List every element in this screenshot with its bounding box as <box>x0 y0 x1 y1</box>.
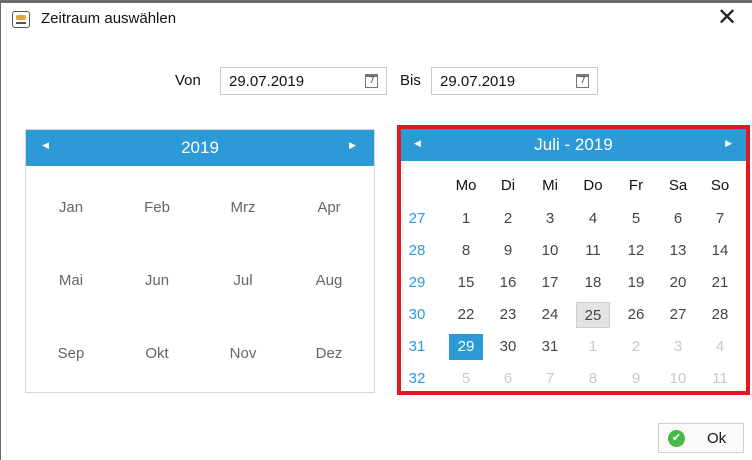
month-title[interactable]: Juli - 2019 <box>401 135 746 155</box>
day-cell[interactable]: 2 <box>619 334 653 360</box>
day-cell[interactable]: 11 <box>703 366 737 392</box>
day-cell[interactable]: 2 <box>491 206 525 232</box>
to-date-field[interactable]: 29.07.2019 <box>431 67 598 95</box>
day-cell[interactable]: 31 <box>533 334 567 360</box>
day-cell[interactable]: 13 <box>661 238 695 264</box>
day-cell[interactable]: 3 <box>533 206 567 232</box>
check-icon: ✔ <box>668 430 685 447</box>
close-icon[interactable]: ✕ <box>714 5 740 31</box>
day-cell[interactable]: 10 <box>533 238 567 264</box>
day-cell[interactable]: 5 <box>449 366 483 392</box>
day-cell[interactable]: 6 <box>661 206 695 232</box>
month-cell[interactable]: Jul <box>200 272 286 289</box>
day-cell[interactable]: 28 <box>703 302 737 328</box>
to-date-value[interactable]: 29.07.2019 <box>440 73 515 90</box>
day-cell[interactable]: 14 <box>703 238 737 264</box>
date-range-row: Von 29.07.2019 Bis 29.07.2019 <box>1 65 752 95</box>
to-label: Bis <box>400 72 421 89</box>
highlight-frame: ◀ Juli - 2019 ▶ Mo Di Mi Do Fr Sa So 27 1 2 3 4 5 6 7 2… <box>397 125 750 395</box>
month-header: ◀ Juli - 2019 ▶ <box>401 129 746 161</box>
month-cell[interactable]: Mrz <box>200 199 286 216</box>
month-cell[interactable]: Feb <box>114 199 200 216</box>
week-number: 27 <box>408 210 426 227</box>
month-cell[interactable]: Jun <box>114 272 200 289</box>
month-cell[interactable]: Sep <box>28 345 114 362</box>
day-cell[interactable]: 1 <box>576 334 610 360</box>
month-cell[interactable]: Okt <box>114 345 200 362</box>
day-cell[interactable]: 7 <box>533 366 567 392</box>
day-cell[interactable]: 5 <box>619 206 653 232</box>
weekday-header: Sa <box>668 177 688 194</box>
today-day-cell[interactable]: 25 <box>576 302 610 328</box>
day-cell[interactable]: 19 <box>619 270 653 296</box>
month-cell[interactable]: Aug <box>286 272 372 289</box>
day-cell[interactable]: 8 <box>449 238 483 264</box>
weekday-header: Mo <box>455 177 477 194</box>
from-date-field[interactable]: 29.07.2019 <box>220 67 387 95</box>
year-title[interactable]: 2019 <box>26 138 374 158</box>
month-cell[interactable]: Jan <box>28 199 114 216</box>
day-cell[interactable]: 9 <box>619 366 653 392</box>
weekday-header: So <box>710 177 730 194</box>
day-cell[interactable]: 11 <box>576 238 610 264</box>
day-cell[interactable]: 3 <box>661 334 695 360</box>
week-number: 30 <box>408 306 426 323</box>
day-cell[interactable]: 27 <box>661 302 695 328</box>
day-cell[interactable]: 21 <box>703 270 737 296</box>
weekday-header: Di <box>500 177 516 194</box>
week-number: 28 <box>408 242 426 259</box>
day-cell[interactable]: 15 <box>449 270 483 296</box>
month-cell[interactable]: Nov <box>200 345 286 362</box>
next-year-icon[interactable]: ▶ <box>349 140 356 151</box>
day-cell[interactable]: 10 <box>661 366 695 392</box>
next-month-icon[interactable]: ▶ <box>725 138 732 149</box>
day-cell[interactable]: 23 <box>491 302 525 328</box>
year-header: ◀ 2019 ▶ <box>26 130 374 166</box>
day-cell[interactable]: 8 <box>576 366 610 392</box>
day-cell[interactable]: 17 <box>533 270 567 296</box>
from-date-value[interactable]: 29.07.2019 <box>229 73 304 90</box>
app-icon <box>12 11 30 28</box>
day-cell[interactable]: 30 <box>491 334 525 360</box>
from-label: Von <box>175 72 201 89</box>
day-cell[interactable]: 22 <box>449 302 483 328</box>
weekday-header: Fr <box>628 177 644 194</box>
week-number: 31 <box>408 338 426 355</box>
weekday-header: Mi <box>542 177 558 194</box>
ok-label: Ok <box>707 430 727 447</box>
window-title: Zeitraum auswählen <box>41 10 177 27</box>
weekday-header: Do <box>583 177 603 194</box>
calendar-icon[interactable] <box>576 74 589 88</box>
month-grid: Jan Feb Mrz Apr Mai Jun Jul Aug Sep Okt Nov Dez <box>26 166 374 392</box>
day-cell[interactable]: 6 <box>491 366 525 392</box>
day-cell[interactable]: 1 <box>449 206 483 232</box>
day-cell[interactable]: 4 <box>576 206 610 232</box>
title-bar: Zeitraum auswählen ✕ <box>1 3 752 35</box>
day-cell[interactable]: 18 <box>576 270 610 296</box>
ok-button[interactable]: ✔ Ok <box>658 423 744 453</box>
month-cell[interactable]: Dez <box>286 345 372 362</box>
day-cell[interactable]: 20 <box>661 270 695 296</box>
month-calendar: ◀ Juli - 2019 ▶ Mo Di Mi Do Fr Sa So 27 1 2 3 4 5 6 7 2… <box>401 129 746 391</box>
day-cell[interactable]: 12 <box>619 238 653 264</box>
day-grid: Mo Di Mi Do Fr Sa So 27 1 2 3 4 5 6 7 28 8 9 10 11 12 13 14 29 1… <box>401 161 746 391</box>
date-range-dialog: Zeitraum auswählen ✕ Von 29.07.2019 Bis … <box>0 0 752 460</box>
day-cell[interactable]: 9 <box>491 238 525 264</box>
week-number: 29 <box>408 274 426 291</box>
day-cell[interactable]: 26 <box>619 302 653 328</box>
day-cell[interactable]: 24 <box>533 302 567 328</box>
month-cell[interactable]: Mai <box>28 272 114 289</box>
day-cell[interactable]: 16 <box>491 270 525 296</box>
week-number: 32 <box>408 370 426 387</box>
year-calendar: ◀ 2019 ▶ Jan Feb Mrz Apr Mai Jun Jul Aug Sep Okt N… <box>25 129 375 393</box>
day-cell[interactable]: 7 <box>703 206 737 232</box>
day-cell[interactable]: 4 <box>703 334 737 360</box>
selected-day-cell[interactable]: 29 <box>449 334 483 360</box>
month-cell[interactable]: Apr <box>286 199 372 216</box>
calendar-icon[interactable] <box>365 74 378 88</box>
